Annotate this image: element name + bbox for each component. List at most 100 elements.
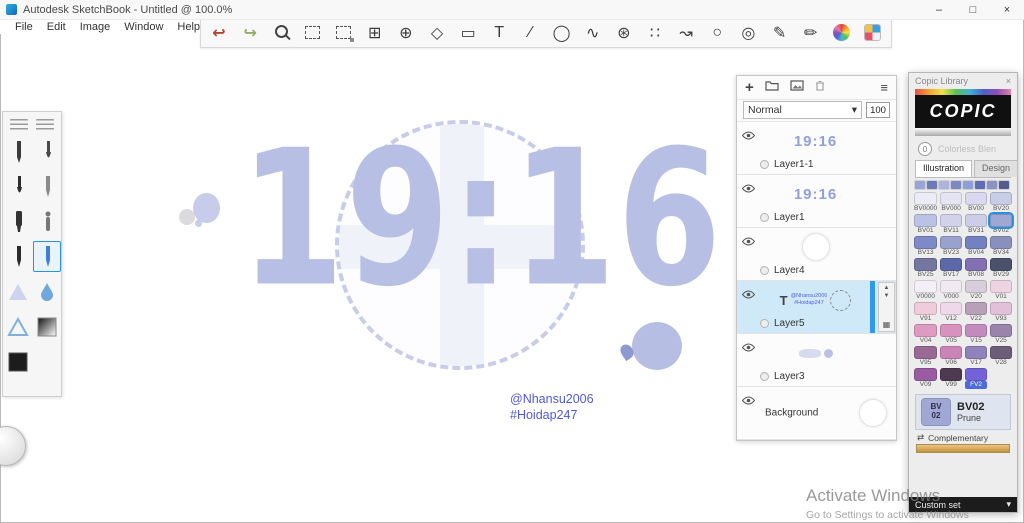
colorless-blender-row[interactable]: 0 Colorless Blen bbox=[909, 138, 1017, 160]
text-tool-icon[interactable]: T bbox=[485, 20, 513, 46]
copic-swatch-v28[interactable]: V28 bbox=[990, 346, 1012, 367]
copic-swatch-bv20[interactable]: BV20 bbox=[990, 192, 1012, 213]
perspective-icon[interactable]: ⊛ bbox=[610, 20, 638, 46]
copic-swatch-bv02[interactable]: BV02 bbox=[988, 212, 1014, 235]
new-group-folder-icon[interactable] bbox=[765, 78, 779, 96]
ellipse-guide-icon[interactable]: ◯ bbox=[548, 20, 576, 46]
circle-tool-icon[interactable]: ○ bbox=[703, 20, 731, 46]
visibility-eye-icon[interactable] bbox=[741, 233, 756, 251]
layer-row-layer1[interactable]: 19:16 Layer1 bbox=[737, 175, 896, 228]
copic-swatch-bv13[interactable]: BV13 bbox=[914, 236, 938, 257]
copic-swatch-bv08[interactable]: BV08 bbox=[965, 258, 988, 279]
solid-fill-tool[interactable] bbox=[4, 346, 32, 377]
layer-quick-controls[interactable]: ▲ ▼ ▦ bbox=[878, 282, 895, 332]
glow-pen-brush[interactable] bbox=[32, 241, 61, 272]
copic-swatch-bv01[interactable]: BV01 bbox=[914, 214, 938, 235]
copic-swatch-v15[interactable]: V15 bbox=[965, 324, 988, 345]
maximize-button[interactable]: □ bbox=[956, 0, 990, 19]
reorder-arrows-icon[interactable]: ▲ ▼ bbox=[884, 285, 890, 301]
copic-swatch-bv11[interactable]: BV11 bbox=[940, 214, 963, 235]
color-family-chip[interactable] bbox=[915, 181, 925, 189]
color-wheel-icon[interactable] bbox=[828, 20, 856, 46]
marker-brush[interactable] bbox=[4, 206, 32, 237]
magic-select-icon[interactable] bbox=[330, 20, 358, 46]
paintbrush-brush[interactable] bbox=[33, 136, 61, 167]
menu-image[interactable]: Image bbox=[73, 21, 118, 33]
airbrush-brush[interactable] bbox=[33, 206, 61, 237]
pencil-brush[interactable] bbox=[4, 136, 32, 167]
copic-swatch-bv17[interactable]: BV17 bbox=[940, 258, 963, 279]
pencil-set-icon[interactable]: ✎ bbox=[766, 20, 794, 46]
smudge-brush[interactable] bbox=[4, 276, 32, 307]
copic-swatch-v99[interactable]: V99 bbox=[940, 368, 963, 389]
distort-icon[interactable]: ▭ bbox=[454, 20, 482, 46]
copic-swatch-v05[interactable]: V05 bbox=[940, 324, 963, 345]
french-curve-icon[interactable]: ∿ bbox=[579, 20, 607, 46]
swatch-grid-icon[interactable] bbox=[859, 20, 887, 46]
water-drop-brush[interactable] bbox=[33, 276, 61, 307]
visibility-eye-icon[interactable] bbox=[741, 392, 756, 410]
copic-swatch-v0000[interactable]: V0000 bbox=[914, 280, 938, 301]
add-layer-button[interactable]: + bbox=[745, 80, 754, 95]
copic-swatch-v20[interactable]: V20 bbox=[965, 280, 988, 301]
color-family-chip[interactable] bbox=[939, 181, 949, 189]
delete-layer-icon[interactable] bbox=[815, 78, 825, 96]
rect-select-icon[interactable] bbox=[298, 20, 326, 46]
brush-settings-icon[interactable] bbox=[10, 119, 28, 130]
copic-swatch-bv25[interactable]: BV25 bbox=[914, 258, 938, 279]
polygon-select-icon[interactable]: ◇ bbox=[423, 20, 451, 46]
menu-window[interactable]: Window bbox=[117, 21, 170, 33]
layer-radio-dot[interactable] bbox=[760, 160, 769, 169]
copic-swatch-bv31[interactable]: BV31 bbox=[965, 214, 988, 235]
copic-swatch-v01[interactable]: V01 bbox=[990, 280, 1012, 301]
ruler-icon[interactable]: ∕ bbox=[516, 20, 544, 46]
copic-swatch-bv29[interactable]: BV29 bbox=[990, 258, 1012, 279]
copic-swatch-v04[interactable]: V04 bbox=[914, 324, 938, 345]
copic-swatch-bv34[interactable]: BV34 bbox=[990, 236, 1012, 257]
layer-radio-dot[interactable] bbox=[760, 213, 769, 222]
copic-swatch-bv000[interactable]: BV000 bbox=[940, 192, 963, 213]
import-image-icon[interactable] bbox=[790, 78, 804, 96]
colorless-blender-swatch[interactable]: 0 bbox=[918, 142, 932, 156]
layer-radio-dot[interactable] bbox=[760, 266, 769, 275]
color-family-chip[interactable] bbox=[999, 181, 1009, 189]
copic-swatch-bv00[interactable]: BV00 bbox=[965, 192, 988, 213]
ink-brush[interactable] bbox=[4, 171, 32, 202]
copic-swatch-v06[interactable]: V06 bbox=[940, 346, 963, 367]
zoom-icon[interactable] bbox=[267, 20, 295, 46]
transform-icon[interactable]: ⊕ bbox=[392, 20, 420, 46]
copic-swatch-v95[interactable]: V95 bbox=[914, 346, 938, 367]
brush-library-icon[interactable] bbox=[36, 119, 54, 130]
copic-close-icon[interactable]: × bbox=[1006, 76, 1011, 86]
copic-swatch-v17[interactable]: V17 bbox=[965, 346, 988, 367]
brush-set-icon[interactable]: ✏ bbox=[797, 20, 825, 46]
color-family-chip[interactable] bbox=[975, 181, 985, 189]
copic-swatch-v12[interactable]: V12 bbox=[940, 302, 963, 323]
complementary-row[interactable]: ⇄ Complementary bbox=[909, 432, 1017, 443]
visibility-eye-icon[interactable] bbox=[741, 127, 756, 145]
copic-swatch-fv2[interactable]: FV2 bbox=[965, 368, 988, 389]
layer-row-layer4[interactable]: Layer4 bbox=[737, 228, 896, 281]
layers-menu-icon[interactable]: ≡ bbox=[880, 80, 888, 95]
layer-row-layer5[interactable]: T @Nhansu2006 #Hoidap247 Layer5 ▲ ▼ ▦ bbox=[737, 281, 896, 334]
visibility-eye-icon[interactable] bbox=[741, 339, 756, 357]
copic-swatch-v93[interactable]: V93 bbox=[990, 302, 1012, 323]
layer-radio-dot[interactable] bbox=[760, 372, 769, 381]
blend-mode-dropdown[interactable]: Normal ▾ bbox=[743, 101, 862, 120]
steady-stroke-icon[interactable]: ↝ bbox=[672, 20, 700, 46]
lagoon-puck[interactable] bbox=[0, 426, 26, 466]
technical-pen-brush[interactable] bbox=[4, 241, 32, 272]
menu-edit[interactable]: Edit bbox=[40, 21, 73, 33]
color-family-chip[interactable] bbox=[951, 181, 961, 189]
copic-swatch-bv0000[interactable]: BV0000 bbox=[914, 192, 938, 213]
copic-swatch-v09[interactable]: V09 bbox=[914, 368, 938, 389]
copic-swatch-bv04[interactable]: BV04 bbox=[965, 236, 988, 257]
menu-file[interactable]: File bbox=[8, 21, 40, 33]
color-family-chip[interactable] bbox=[963, 181, 973, 189]
color-family-chip[interactable] bbox=[927, 181, 937, 189]
color-family-chip[interactable] bbox=[987, 181, 997, 189]
layer-radio-dot[interactable] bbox=[760, 319, 769, 328]
ellipse-tool-icon[interactable]: ◎ bbox=[734, 20, 762, 46]
copic-swatch-v000[interactable]: V000 bbox=[940, 280, 963, 301]
layer-row-background[interactable]: Background bbox=[737, 387, 896, 440]
